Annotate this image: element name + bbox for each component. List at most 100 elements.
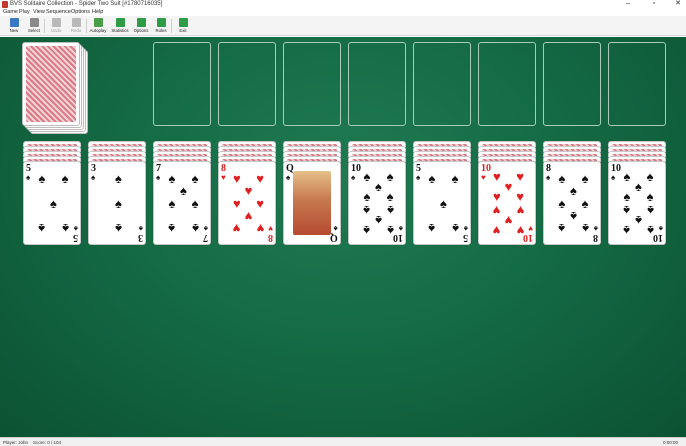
card-corner-index: 8 ♥ [268, 224, 273, 243]
suit-pip-icon: ♥ [256, 221, 264, 237]
suit-pip-icon: ♠ [581, 221, 589, 237]
suit-pip-icon: ♠ [168, 170, 176, 186]
tableau-column[interactable]: 8 ♠ 8 ♠ ♠ ♠ ♠ ♠ ♠ ♠ ♠ ♠ [543, 141, 601, 249]
suit-pip-icon: ♠ [428, 170, 436, 186]
exit-button[interactable]: Exit [173, 17, 193, 35]
menu-view[interactable]: View [33, 9, 45, 16]
suit-pip-icon: ♠ [623, 189, 631, 205]
face-up-card[interactable]: 10 ♠ 10 ♠ ♠ ♠ ♠ ♠ ♠ ♠ ♠ ♠ ♠ ♠ [608, 161, 666, 245]
autoplay-icon [93, 18, 103, 27]
tableau-column[interactable]: 8 ♥ 8 ♥ ♥ ♥ ♥ ♥ ♥ ♥ ♥ ♥ [218, 141, 276, 249]
card-rank: 8 [268, 232, 273, 243]
new-button[interactable]: New [4, 17, 24, 35]
tableau-column[interactable]: 10 ♥ 10 ♥ ♥ ♥ ♥ ♥ ♥ ♥ ♥ ♥ ♥ ♥ [478, 141, 536, 249]
suit-pip-icon: ♠ [61, 170, 69, 186]
suit-pip-icon: ♥ [233, 170, 241, 186]
suit-pip-icon: ♠ [115, 170, 122, 186]
suit-pip-icon: ♠ [386, 202, 394, 218]
card-corner-index: 5 ♠ [26, 164, 31, 182]
tableau-column[interactable]: 5 ♠ 5 ♠ ♠ ♠ ♠ ♠ ♠ [413, 141, 471, 249]
suit-pip-icon: ♠ [363, 222, 371, 238]
toolbar-label: Redo [70, 28, 82, 33]
foundation-slot[interactable] [413, 42, 471, 126]
status-time: 0:00:00 [663, 440, 679, 445]
card-corner-index: 5 ♠ [73, 224, 78, 243]
suit-pip-icon: ♠ [623, 222, 631, 238]
menu-help[interactable]: Help [92, 9, 103, 16]
suit-pip-icon: ♠ [191, 196, 199, 211]
foundation-slot[interactable] [283, 42, 341, 126]
tableau-column[interactable]: 10 ♠ 10 ♠ ♠ ♠ ♠ ♠ ♠ ♠ ♠ ♠ ♠ ♠ [608, 141, 666, 249]
select-button[interactable]: Select [24, 17, 44, 35]
face-up-card[interactable]: 5 ♠ 5 ♠ ♠ ♠ ♠ ♠ ♠ [413, 161, 471, 245]
face-up-card[interactable]: 7 ♠ 7 ♠ ♠ ♠ ♠ ♠ ♠ ♠ ♠ [153, 161, 211, 245]
face-up-card[interactable]: Q ♠ Q ♠ [283, 161, 341, 245]
redo-icon [71, 18, 81, 27]
close-button[interactable]: ✕ [670, 0, 686, 9]
suit-pip-icon: ♠ [451, 170, 459, 186]
card-rank: 8 [593, 232, 598, 243]
foundation-slot[interactable] [478, 42, 536, 126]
card-rank: 3 [138, 232, 143, 243]
card-suit-icon: ♠ [593, 224, 598, 233]
maximize-button[interactable]: ▫ [646, 0, 662, 9]
foundation-slot[interactable] [608, 42, 666, 126]
autoplay-button[interactable]: Autoplay [88, 17, 108, 35]
card-corner-index: 5 ♠ [463, 224, 468, 243]
suit-pip-icon: ♥ [516, 222, 524, 238]
card-suit-icon: ♠ [333, 224, 338, 233]
menu-game[interactable]: Game [3, 9, 18, 16]
card-suit-icon: ♠ [26, 173, 31, 182]
card-suit-icon: ♠ [91, 173, 96, 182]
face-up-card[interactable]: 3 ♠ 3 ♠ ♠ ♠ ♠ [88, 161, 146, 245]
tableau-column[interactable]: 10 ♠ 10 ♠ ♠ ♠ ♠ ♠ ♠ ♠ ♠ ♠ ♠ ♠ [348, 141, 406, 249]
status-score: Score: 0 / 104 [33, 440, 62, 445]
face-up-card[interactable]: 8 ♠ 8 ♠ ♠ ♠ ♠ ♠ ♠ ♠ ♠ ♠ [543, 161, 601, 245]
suit-pip-icon: ♠ [191, 170, 199, 186]
stock-card-back [22, 42, 80, 126]
face-up-card[interactable]: 5 ♠ 5 ♠ ♠ ♠ ♠ ♠ ♠ [23, 161, 81, 245]
foundation-slot[interactable] [543, 42, 601, 126]
suit-pip-icon: ♠ [115, 196, 122, 211]
menu-options[interactable]: Options [71, 9, 90, 16]
foundation-slot[interactable] [153, 42, 211, 126]
suit-pip-icon: ♠ [440, 196, 447, 211]
suit-pip-icon: ♠ [168, 221, 176, 237]
tableau-column[interactable]: 3 ♠ 3 ♠ ♠ ♠ ♠ [88, 141, 146, 249]
suit-pip-icon: ♠ [558, 170, 566, 186]
menu-play[interactable]: Play [19, 9, 30, 16]
toolbar-label: Options [133, 28, 149, 33]
suit-pip-icon: ♠ [115, 221, 122, 237]
minimize-button[interactable]: – [620, 0, 636, 9]
face-up-card[interactable]: 10 ♥ 10 ♥ ♥ ♥ ♥ ♥ ♥ ♥ ♥ ♥ ♥ ♥ [478, 161, 536, 245]
tableau-column[interactable]: 5 ♠ 5 ♠ ♠ ♠ ♠ ♠ ♠ [23, 141, 81, 249]
new-game-icon [9, 18, 19, 27]
foundation-slot[interactable] [348, 42, 406, 126]
toolbar-label: Rules [155, 28, 167, 33]
toolbar-label: Undo [50, 28, 62, 33]
menu-sequence[interactable]: Sequence [46, 9, 71, 16]
foundation-slot[interactable] [218, 42, 276, 126]
suit-pip-icon: ♠ [191, 221, 199, 237]
suit-pip-icon: ♠ [558, 221, 566, 237]
undo-button[interactable]: Undo [46, 17, 66, 35]
suit-pip-icon: ♥ [516, 169, 524, 185]
card-rank: Q [330, 232, 338, 243]
options-button[interactable]: Options [131, 17, 151, 35]
suit-pip-icon: ♠ [570, 208, 577, 224]
tableau-column[interactable]: Q ♠ Q ♠ [283, 141, 341, 249]
rules-button[interactable]: Rules [151, 17, 171, 35]
card-rank: 7 [203, 232, 208, 243]
suit-pip-icon: ♠ [386, 222, 394, 238]
stock-pile[interactable] [22, 42, 88, 136]
suit-pip-icon: ♠ [646, 222, 654, 238]
statistics-button[interactable]: Statistics [110, 17, 130, 35]
redo-button[interactable]: Redo [66, 17, 86, 35]
game-table: 5 ♠ 5 ♠ ♠ ♠ ♠ ♠ ♠ 3 ♠ 3 ♠ ♠ ♠ ♠ 7 ♠ 7 ♠ ♠ ♠ ♠ ♠ ♠ ♠ ♠ 8 ♥ 8 ♥ ♥ ♥ ♥ ♥ ♥ ♥ ♥ ♥ Q… [0, 37, 686, 437]
card-corner-index: 3 ♠ [138, 224, 143, 243]
face-up-card[interactable]: 10 ♠ 10 ♠ ♠ ♠ ♠ ♠ ♠ ♠ ♠ ♠ ♠ ♠ [348, 161, 406, 245]
suit-pip-icon: ♥ [233, 221, 241, 237]
face-up-card[interactable]: 8 ♥ 8 ♥ ♥ ♥ ♥ ♥ ♥ ♥ ♥ ♥ [218, 161, 276, 245]
tableau-column[interactable]: 7 ♠ 7 ♠ ♠ ♠ ♠ ♠ ♠ ♠ ♠ [153, 141, 211, 249]
suit-pip-icon: ♠ [646, 202, 654, 218]
